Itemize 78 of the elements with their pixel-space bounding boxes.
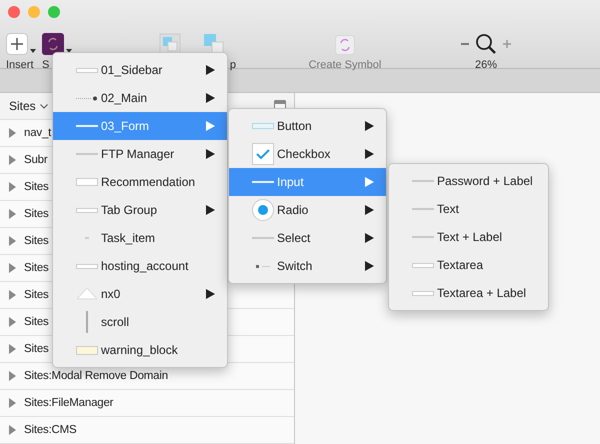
menu-item[interactable]: Switch [229, 252, 386, 280]
disclosure-icon[interactable] [9, 371, 16, 381]
menu-item[interactable]: Recommendation [53, 168, 227, 196]
checkbox-thumbnail-icon [252, 143, 274, 165]
layer-name[interactable]: Sites [24, 181, 49, 193]
menu-item[interactable]: nx0 [53, 280, 227, 308]
menu-item[interactable]: Textarea + Label [389, 279, 548, 307]
switch-thumbnail-icon [256, 264, 270, 268]
menu-item[interactable]: Password + Label [389, 167, 548, 195]
bar-thumbnail-icon [76, 264, 98, 268]
layer-name[interactable]: nav_t [24, 127, 52, 139]
disclosure-icon[interactable] [9, 182, 16, 192]
symbols-label: S [42, 59, 50, 71]
layer-name[interactable]: Sites [24, 208, 49, 220]
create-symbol-icon[interactable] [335, 35, 355, 55]
layer-name[interactable]: Sites [24, 343, 49, 355]
menu-item[interactable]: Text [389, 195, 548, 223]
ungroup-label: p [230, 59, 236, 71]
button-thumbnail-icon [252, 123, 274, 129]
menu-item[interactable]: scroll [53, 308, 227, 336]
menu-item[interactable]: Select [229, 224, 386, 252]
line-thumbnail-icon [252, 181, 274, 183]
scrollbar-thumbnail-icon [86, 311, 88, 333]
caret-icon [30, 49, 36, 53]
menu-item[interactable]: Button [229, 112, 386, 140]
line-thumbnail-icon [252, 237, 274, 239]
layer-name[interactable]: Sites:CMS [24, 424, 77, 436]
chevron-icon [40, 104, 48, 108]
layer-name[interactable]: Sites:FileManager [24, 397, 114, 409]
box-thumbnail-icon [76, 178, 98, 186]
menu-item[interactable]: Textarea [389, 251, 548, 279]
layer-name[interactable]: Sites [24, 316, 49, 328]
note-thumbnail-icon [76, 346, 98, 354]
page-selector[interactable]: Sites [9, 99, 48, 113]
disclosure-icon[interactable] [9, 209, 16, 219]
disclosure-icon[interactable] [9, 344, 16, 354]
menu-item[interactable]: 02_Main [53, 84, 227, 112]
disclosure-icon[interactable] [9, 290, 16, 300]
disclosure-icon[interactable] [9, 128, 16, 138]
bar-thumbnail-icon [76, 208, 98, 212]
menu-item[interactable]: FTP Manager [53, 140, 227, 168]
menu-item[interactable]: Text + Label [389, 223, 548, 251]
menu-item[interactable]: Task_item [53, 224, 227, 252]
bar-thumbnail-icon [412, 290, 434, 296]
search-icon[interactable] [475, 33, 497, 55]
close-button[interactable] [8, 6, 20, 18]
disclosure-icon[interactable] [9, 398, 16, 408]
disclosure-icon[interactable] [9, 317, 16, 327]
layer-name[interactable]: Sites [24, 262, 49, 274]
bar-thumbnail-icon [76, 68, 98, 72]
layer-name[interactable]: Subr [24, 154, 48, 166]
line-thumbnail-icon [412, 208, 434, 210]
line-thumbnail-icon [76, 153, 98, 155]
line-thumbnail-icon [412, 236, 434, 238]
triangle-thumbnail-icon [77, 288, 97, 300]
plus-icon[interactable] [6, 33, 28, 55]
create-symbol-label: Create Symbol [308, 59, 382, 71]
disclosure-icon[interactable] [9, 425, 16, 435]
menu-item[interactable]: warning_block [53, 336, 227, 364]
menu-item[interactable]: hosting_account [53, 252, 227, 280]
menu-item[interactable]: Tab Group [53, 196, 227, 224]
menu-item[interactable]: Radio [229, 196, 386, 224]
menu-item[interactable]: 01_Sidebar [53, 56, 227, 84]
menu-item[interactable]: Checkbox [229, 140, 386, 168]
disclosure-icon[interactable] [9, 155, 16, 165]
disclosure-icon[interactable] [9, 236, 16, 246]
insert-label: Insert [6, 59, 34, 71]
layer-name[interactable]: Sites [24, 235, 49, 247]
symbol-icon[interactable] [42, 33, 64, 55]
zoom-level: 26% [474, 59, 498, 71]
line-thumbnail-icon [412, 180, 434, 182]
layer-name[interactable]: Sites [24, 289, 49, 301]
radio-thumbnail-icon [252, 199, 274, 221]
line-thumbnail-icon [76, 125, 98, 127]
bar-thumbnail-icon [412, 262, 434, 268]
zoom-button[interactable] [48, 6, 60, 18]
dotted-line-thumbnail-icon [76, 96, 98, 100]
disclosure-icon[interactable] [9, 263, 16, 273]
